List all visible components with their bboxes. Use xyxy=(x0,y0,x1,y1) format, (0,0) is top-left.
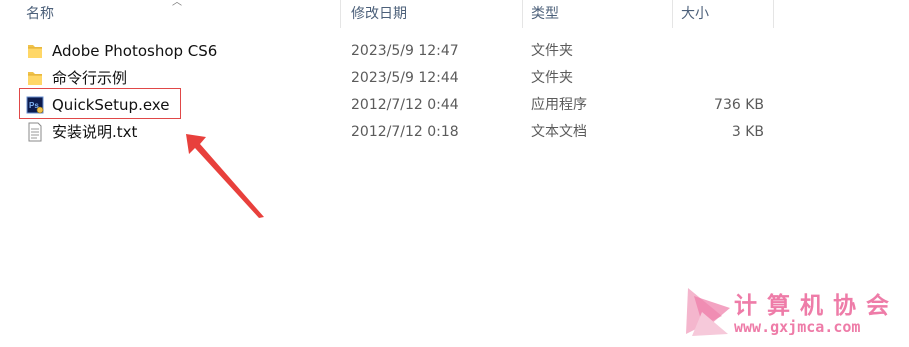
watermark-logo-icon xyxy=(686,288,730,336)
watermark-title: 计算机协会 xyxy=(734,293,899,319)
watermark: 计算机协会 www.gxjmca.com xyxy=(682,282,902,344)
watermark-url: www.gxjmca.com xyxy=(734,318,861,336)
